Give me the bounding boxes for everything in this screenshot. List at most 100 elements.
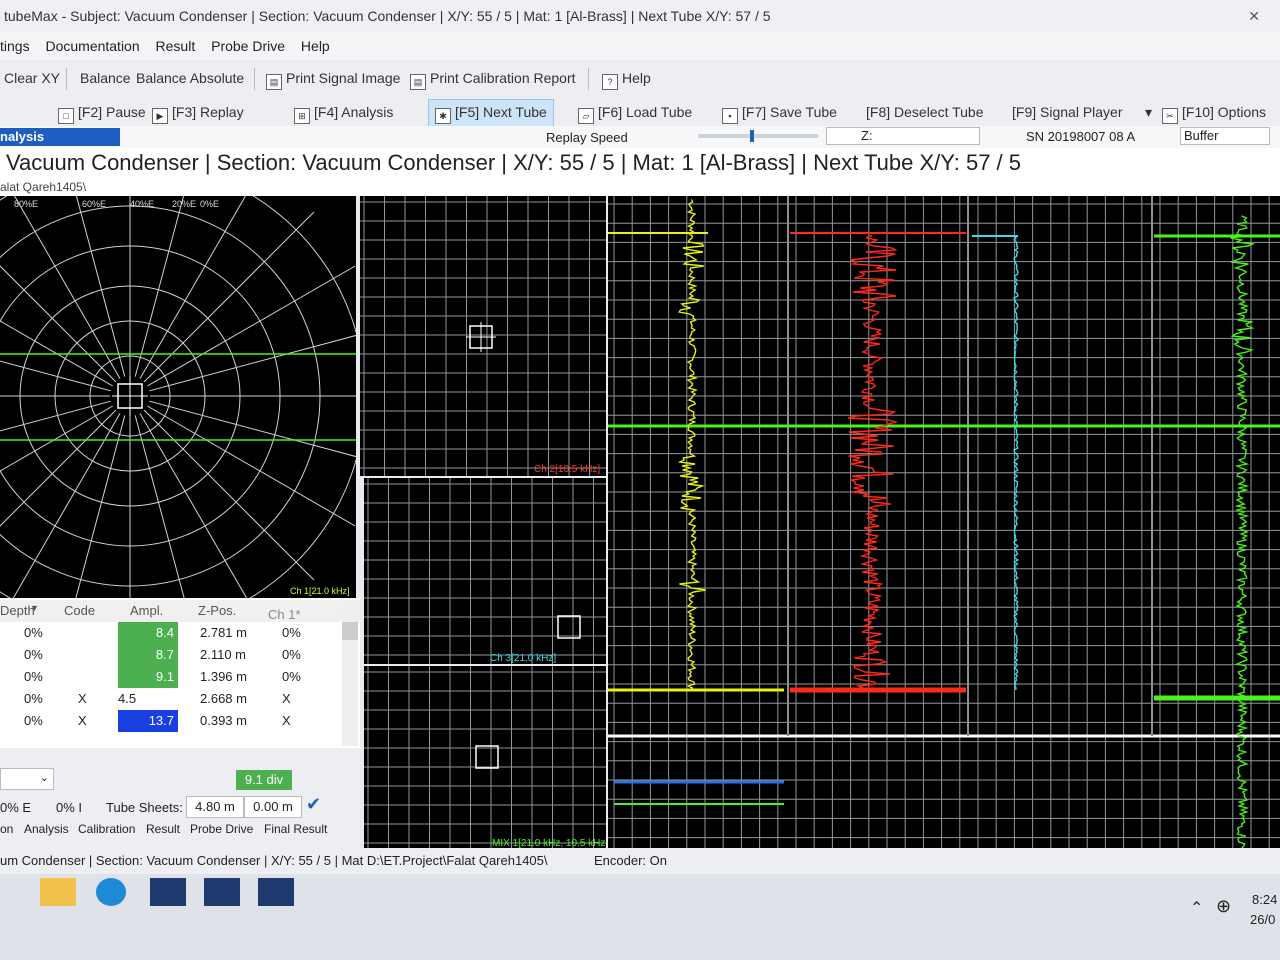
channel-label: Ch 3[21.0 kHz] (490, 653, 556, 664)
cell-ch1: X (282, 691, 291, 706)
cell-ch1: 0% (282, 647, 301, 662)
encoder-status: Encoder: On (594, 853, 667, 868)
channel-label: Ch 1[21.0 kHz] (290, 586, 350, 596)
cell-zpos: 2.110 m (200, 647, 247, 662)
tubemax-app-icon[interactable] (258, 878, 294, 906)
analysis-button[interactable]: ⊞ [F4] Analysis (294, 104, 393, 124)
file-explorer-icon[interactable] (40, 878, 76, 906)
cell-ch1: X (282, 713, 291, 728)
replay-button[interactable]: ▶ [F3] Replay (152, 104, 244, 124)
sort-icon: ▼ (30, 603, 39, 613)
lissajous-display[interactable]: 80%E 60%E 40%E 20%E 0%E Ch 1[21.0 kHz] (0, 136, 390, 656)
cell-depth: 0% (24, 647, 43, 662)
tab-calibration[interactable]: Calibration (78, 822, 135, 836)
play-icon: ▶ (152, 108, 168, 124)
trace-ch1 (677, 199, 706, 691)
pause-button[interactable]: □ [F2] Pause (58, 104, 146, 124)
cell-depth: 0% (24, 713, 43, 728)
toolbar-function-keys: □ [F2] Pause ▶ [F3] Replay ⊞ [F4] Analysis … (0, 96, 1280, 129)
replay-speed-slider[interactable] (698, 130, 818, 142)
trace-ch2 (847, 235, 899, 691)
header-ch1[interactable]: Ch 1* (268, 607, 301, 622)
table-scrollbar[interactable] (342, 602, 358, 746)
checkmark-icon[interactable]: ✔ (306, 794, 321, 815)
tab-on[interactable]: on (0, 822, 13, 836)
cell-zpos: 2.781 m (200, 625, 247, 640)
tubemax-app-icon[interactable] (150, 878, 186, 906)
menu-probe-drive[interactable]: Probe Drive (211, 38, 285, 54)
signal-player-button[interactable]: [F9] Signal Player (1012, 104, 1123, 120)
table-row[interactable]: 0% 8.4 2.781 m 0% (0, 622, 340, 644)
page-title: Vacuum Condenser | Section: Vacuum Conde… (0, 148, 1280, 178)
header-ampl[interactable]: Ampl. (130, 603, 163, 618)
cell-ch1: 0% (282, 669, 301, 684)
chevron-up-icon[interactable]: ⌃ (1190, 898, 1203, 918)
balance-absolute-button[interactable]: Balance Absolute (136, 70, 244, 86)
strip-chart[interactable] (608, 196, 1280, 851)
tab-analysis[interactable]: nalysis (0, 128, 120, 146)
taskbar: ⌃ ⊕ 8:24 26/0 (0, 874, 1280, 960)
cell-ch1: 0% (282, 625, 301, 640)
table-row[interactable]: 0% 8.7 2.110 m 0% (0, 644, 340, 666)
tube-sheets-label: Tube Sheets: (106, 800, 183, 815)
table-row[interactable]: 0% X 13.7 0.393 m X (0, 710, 340, 732)
clear-xy-button[interactable]: Clear XY (4, 70, 60, 86)
clock-date: 26/0 (1250, 912, 1276, 927)
i-percentage: 0% I (56, 800, 83, 815)
tube-sheet-1[interactable]: 4.80 m (186, 796, 244, 818)
title-bar: tubeMax - Subject: Vacuum Condenser | Se… (0, 0, 1280, 32)
mix-panel[interactable]: MIX 1[21.0 kHz, 10.5 kHz] (364, 666, 608, 850)
table-row[interactable]: 0% X 4.5 2.668 m X (0, 688, 340, 710)
cell-zpos: 0.393 m (200, 713, 247, 728)
tubemax-app-icon[interactable] (204, 878, 240, 906)
tab-probe-drive[interactable]: Probe Drive (190, 822, 253, 836)
chevron-down-icon: ⌄ (39, 772, 49, 784)
menu-result[interactable]: Result (156, 38, 196, 54)
load-tube-button[interactable]: ▱ [F6] Load Tube (578, 104, 692, 124)
division-readout: 9.1 div (236, 770, 292, 790)
tab-analysis[interactable]: Analysis (24, 822, 69, 836)
next-tube-button[interactable]: ✱ [F5] Next Tube (428, 99, 554, 129)
z-field: Z: (826, 127, 980, 145)
edge-browser-icon[interactable] (96, 878, 126, 906)
tools-icon: ✂ (1162, 108, 1178, 124)
toolbar-primary: Clear XY Balance Balance Absolute ▤ Print… (0, 62, 1280, 96)
menu-help[interactable]: Help (301, 38, 330, 54)
cell-ampl: 13.7 (118, 710, 178, 732)
print-signal-button[interactable]: ▤ Print Signal Image (266, 70, 400, 90)
print-calibration-button[interactable]: ▤ Print Calibration Report (410, 70, 576, 90)
clock-time: 8:24 (1252, 892, 1278, 907)
help-button[interactable]: ? Help (602, 70, 651, 90)
table-row[interactable]: 0% 9.1 1.396 m 0% (0, 666, 340, 688)
menu-settings[interactable]: tings (0, 38, 30, 54)
scale-label: 80%E (14, 199, 38, 209)
header-zpos[interactable]: Z-Pos. (198, 603, 236, 618)
e-percentage: 0% E (0, 800, 32, 815)
globe-icon[interactable]: ⊕ (1216, 896, 1231, 917)
save-icon: ▪ (722, 108, 738, 124)
cell-code: X (78, 713, 87, 728)
deselect-tube-button[interactable]: [F8] Deselect Tube (866, 104, 984, 120)
menu-documentation[interactable]: Documentation (45, 38, 139, 54)
chevron-down-icon[interactable]: ▾ (1145, 104, 1152, 121)
cell-zpos: 2.668 m (200, 691, 247, 706)
tube-sheet-2[interactable]: 0.00 m (244, 796, 302, 818)
status-row: nalysis Replay Speed Z: SN 20198007 08 A… (0, 126, 1280, 148)
serial-number: SN 20198007 08 A (1026, 129, 1136, 144)
slider-thumb[interactable] (750, 130, 754, 142)
save-tube-button[interactable]: ▪ [F7] Save Tube (722, 104, 837, 124)
tab-final-result[interactable]: Final Result (264, 822, 327, 836)
trace-mix (1230, 215, 1256, 851)
header-code[interactable]: Code (64, 603, 95, 618)
close-icon[interactable]: ✕ (1248, 0, 1260, 32)
scrollbar-thumb[interactable] (342, 622, 358, 640)
balance-button[interactable]: Balance (80, 70, 131, 86)
ch2-panel[interactable]: Ch 2[10.5 kHz] (360, 196, 606, 476)
tab-result[interactable]: Result (146, 822, 180, 836)
results-table: Depth ▼ Code Ampl. Z-Pos. Ch 1* 0% 8.4 2.7… (0, 598, 360, 748)
scale-label: 60%E (82, 199, 106, 209)
options-button[interactable]: ✂ [F10] Options (1162, 104, 1266, 124)
ch3-panel[interactable]: Ch 3[21.0 kHz] (364, 478, 606, 664)
folder-open-icon: ▱ (578, 108, 594, 124)
code-select[interactable]: ⌄ (0, 768, 54, 790)
